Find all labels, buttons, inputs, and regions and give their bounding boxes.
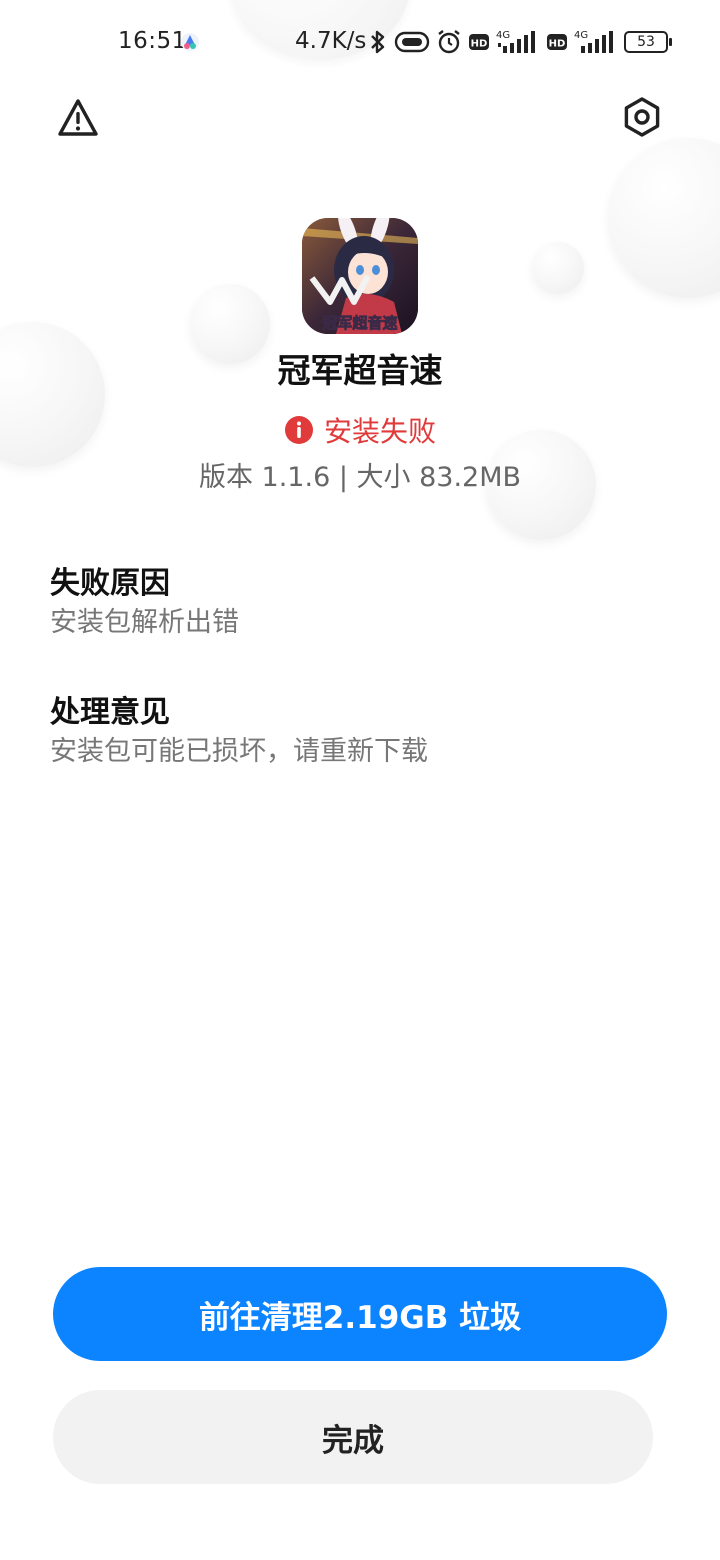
install-result-screen: 16:51 4.7K/s HD 4G HD 4G 53 冠军超音速 冠军超音速 … [0, 0, 720, 1560]
app-logo: 冠军超音速 [302, 218, 418, 334]
svg-text:4G: 4G [574, 30, 588, 41]
gear-icon[interactable] [620, 95, 664, 139]
svg-text:HD: HD [471, 39, 488, 50]
advice-text: 安装包可能已损坏，请重新下载 [50, 736, 428, 767]
signal-4g-icon: 4G [496, 30, 535, 53]
battery-icon: 53 [624, 31, 672, 53]
install-status-text: 安装失败 [323, 415, 436, 448]
failure-reason-title: 失败原因 [50, 566, 170, 601]
error-icon [284, 416, 313, 444]
signal-4g-icon: 4G [574, 30, 613, 53]
decor-bubble [608, 138, 720, 298]
clean-junk-button[interactable]: 前往清理2.19GB 垃圾 [53, 1267, 667, 1361]
failure-reason-text: 安装包解析出错 [50, 607, 239, 638]
advice-title: 处理意见 [50, 695, 170, 730]
vibrate-icon [394, 31, 430, 53]
warning-triangle-icon[interactable] [56, 96, 100, 140]
svg-text:4G: 4G [496, 30, 510, 41]
network-speed: 4.7K/s [295, 28, 367, 54]
app-meta: 版本 1.1.6 | 大小 83.2MB [198, 462, 522, 493]
alarm-icon [438, 30, 460, 54]
status-time: 16:51 [118, 28, 187, 54]
install-status: 安装失败 [0, 410, 720, 450]
hd-badge-icon: HD [469, 34, 489, 50]
decor-bubble [532, 242, 584, 294]
status-bar: 16:51 4.7K/s HD 4G HD 4G 53 [0, 0, 720, 84]
bluetooth-icon [371, 30, 385, 54]
svg-text:HD: HD [549, 39, 566, 50]
status-icons: HD 4G HD 4G 53 [368, 28, 672, 56]
hd-badge-icon: HD [547, 34, 567, 50]
app-logo-text: 冠军超音速 [322, 314, 397, 332]
app-notification-icon [181, 33, 199, 51]
app-name: 冠军超音速 [277, 351, 443, 390]
done-button[interactable]: 完成 [53, 1390, 653, 1484]
